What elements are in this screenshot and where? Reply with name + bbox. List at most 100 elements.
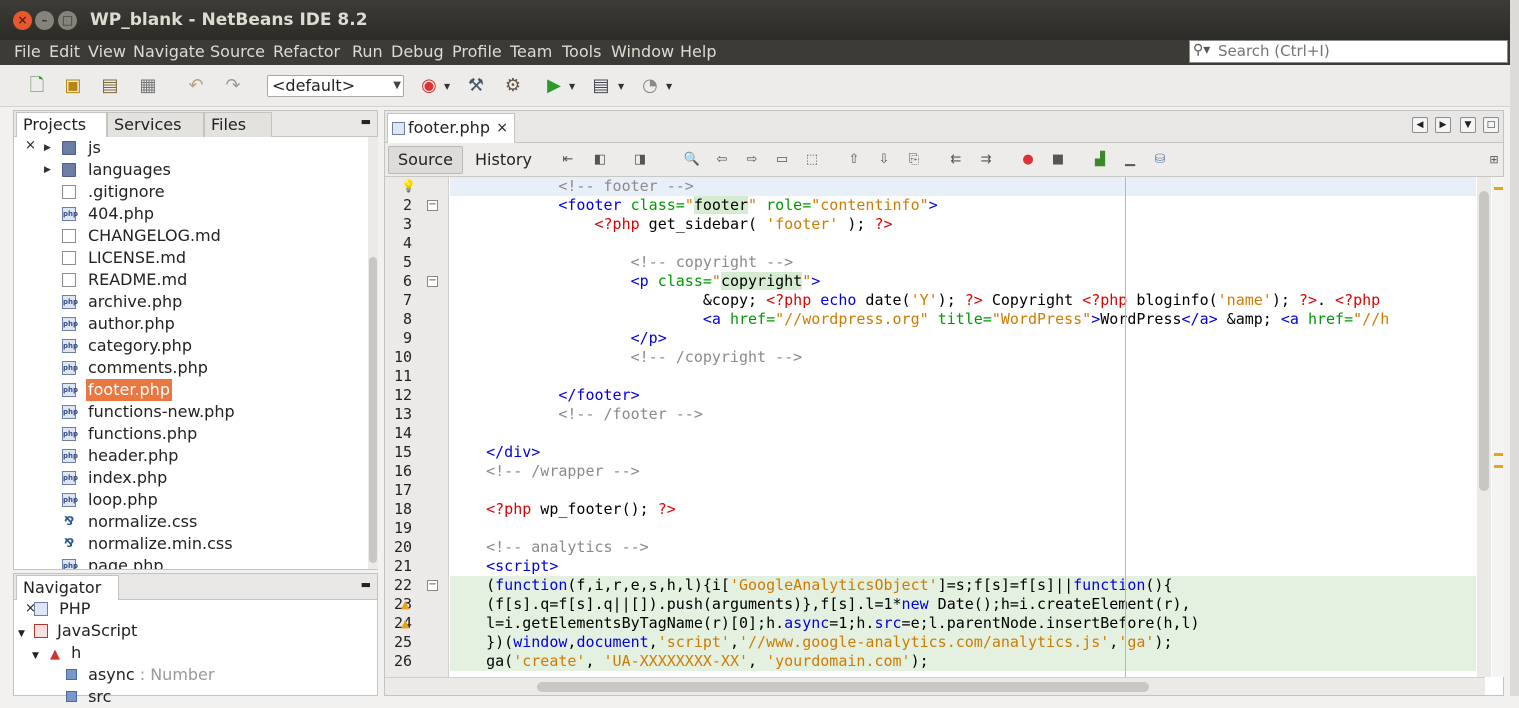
window-maximize-button[interactable]: □ [58, 11, 77, 30]
uncomment-icon[interactable]: ▁ [1121, 151, 1139, 169]
maximize-window-icon[interactable]: □ [1483, 117, 1499, 133]
find-previous-icon[interactable]: ⇦ [713, 151, 731, 169]
window-minimize-button[interactable]: – [35, 11, 54, 30]
menu-team[interactable]: Team [510, 42, 552, 61]
start-macro-recording-icon[interactable]: ● [1019, 151, 1037, 169]
back-icon[interactable]: ◧ [591, 151, 609, 169]
toggle-highlight-icon[interactable]: ▭ [773, 151, 791, 169]
tree-item[interactable]: LICENSE.md [14, 247, 366, 269]
shift-right-icon[interactable]: ⇉ [977, 151, 995, 169]
tree-item[interactable]: php index.php [14, 467, 366, 489]
last-edit-icon[interactable]: ⇤ [559, 151, 577, 169]
tree-item[interactable]: php 404.php [14, 203, 366, 225]
menu-tools[interactable]: Tools [562, 42, 601, 61]
stop-macro-recording-icon[interactable]: ■ [1049, 151, 1067, 169]
profile-icon[interactable]: ◔ [637, 73, 663, 99]
menu-edit[interactable]: Edit [49, 42, 80, 61]
find-selection-icon[interactable]: 🔍 [683, 151, 701, 169]
tree-item[interactable]: php comments.php [14, 357, 366, 379]
hint-bulb-icon[interactable]: 💡 [401, 179, 416, 193]
minimize-panel-icon[interactable]: ▬ [361, 115, 371, 128]
run-dropdown-icon[interactable]: ▼ [569, 82, 575, 91]
warning-mark[interactable] [1494, 453, 1503, 456]
open-project-icon[interactable]: ▤ [97, 73, 123, 99]
tree-item[interactable]: php footer.php [14, 379, 366, 401]
fold-toggle-icon[interactable]: − [427, 580, 438, 591]
fold-toggle-icon[interactable]: − [427, 276, 438, 287]
expand-icon[interactable]: ▼ [18, 629, 25, 639]
editor-horizontal-scrollbar[interactable] [385, 677, 1485, 695]
split-editor-icon[interactable]: ⊞ [1485, 151, 1503, 169]
navigator-item-php[interactable]: PHP [34, 598, 90, 620]
save-all-icon[interactable]: ▦ [135, 73, 161, 99]
menu-help[interactable]: Help [680, 42, 716, 61]
tree-item[interactable]: README.md [14, 269, 366, 291]
clean-build-icon[interactable]: ⚙ [500, 73, 526, 99]
tree-item[interactable]: .gitignore [14, 181, 366, 203]
menu-profile[interactable]: Profile [452, 42, 502, 61]
tree-item[interactable]: php functions.php [14, 423, 366, 445]
menu-refactor[interactable]: Refactor [273, 42, 340, 61]
window-close-button[interactable]: × [13, 11, 32, 30]
redo-icon[interactable]: ↷ [220, 73, 246, 99]
expand-icon[interactable]: ▶ [44, 159, 51, 181]
history-tab[interactable]: History [465, 146, 542, 174]
minimize-panel-icon[interactable]: ▬ [361, 578, 371, 591]
menu-debug[interactable]: Debug [391, 42, 444, 61]
expand-icon[interactable]: ▶ [44, 137, 51, 159]
source-tab[interactable]: Source [388, 146, 463, 174]
warning-mark[interactable] [1494, 187, 1503, 190]
run-icon[interactable]: ▶ [541, 73, 567, 99]
profile-dropdown-icon[interactable]: ▼ [666, 82, 672, 91]
tree-item[interactable]: ▶ languages [14, 159, 366, 181]
search-input[interactable] [1218, 42, 1503, 60]
code-area[interactable]: <!-- footer --> <footer class="footer" r… [450, 177, 1476, 677]
tree-item[interactable]: php functions-new.php [14, 401, 366, 423]
tree-item[interactable]: php category.php [14, 335, 366, 357]
tree-item[interactable]: php loop.php [14, 489, 366, 511]
warning-icon[interactable]: ▲ [401, 617, 409, 630]
scroll-tabs-right-icon[interactable]: ▶ [1435, 117, 1451, 133]
find-next-icon[interactable]: ⇨ [743, 151, 761, 169]
previous-bookmark-icon[interactable]: ⇧ [845, 151, 863, 169]
tab-navigator[interactable]: Navigator × [16, 575, 119, 616]
menu-source[interactable]: Source [210, 42, 265, 61]
tree-item[interactable]: php page.php [14, 555, 366, 569]
chrome-browser-icon[interactable]: ◉ [416, 73, 442, 99]
navigator-item-src[interactable]: src [66, 686, 111, 708]
tree-item[interactable]: ⅋ normalize.css [14, 511, 366, 533]
new-file-icon[interactable]: 🗋 [24, 73, 50, 99]
tree-item[interactable]: ⅋ normalize.min.css [14, 533, 366, 555]
tree-scrollbar[interactable] [368, 137, 378, 569]
tree-item[interactable]: CHANGELOG.md [14, 225, 366, 247]
fold-toggle-icon[interactable]: − [427, 200, 438, 211]
close-icon[interactable]: × [496, 114, 508, 142]
tab-files[interactable]: Files [204, 112, 272, 137]
show-opened-documents-icon[interactable]: ▼ [1460, 117, 1476, 133]
scroll-tabs-left-icon[interactable]: ◀ [1412, 117, 1428, 133]
navigator-item-h[interactable]: ▼ ▲ h [32, 642, 81, 664]
editor-scrollbar-thumb[interactable] [1479, 191, 1489, 491]
tab-projects[interactable]: Projects × [16, 112, 107, 153]
undo-icon[interactable]: ↶ [183, 73, 209, 99]
editor-hscrollbar-thumb[interactable] [537, 682, 1149, 692]
shift-left-icon[interactable]: ⇇ [947, 151, 965, 169]
navigator-item-javascript[interactable]: ▼ JavaScript [18, 620, 137, 642]
menu-window[interactable]: Window [611, 42, 674, 61]
warning-icon[interactable]: ▲ [401, 598, 409, 611]
debug-dropdown-icon[interactable]: ▼ [618, 82, 624, 91]
tree-item[interactable]: php archive.php [14, 291, 366, 313]
tree-scrollbar-thumb[interactable] [369, 257, 377, 563]
tree-item[interactable]: php header.php [14, 445, 366, 467]
next-bookmark-icon[interactable]: ⇩ [875, 151, 893, 169]
tab-services[interactable]: Services [107, 112, 204, 137]
navigator-item-async[interactable]: async : Number [66, 664, 214, 686]
search-box[interactable]: ⚲▾ [1189, 40, 1508, 63]
editor-vertical-scrollbar[interactable] [1477, 177, 1491, 677]
expand-icon[interactable]: ▼ [32, 651, 39, 661]
forward-icon[interactable]: ◨ [631, 151, 649, 169]
warning-mark[interactable] [1494, 465, 1503, 468]
comment-icon[interactable]: ▟ [1091, 151, 1109, 169]
tree-item[interactable]: php author.php [14, 313, 366, 335]
configuration-select[interactable]: <default> ▼ [267, 75, 404, 97]
